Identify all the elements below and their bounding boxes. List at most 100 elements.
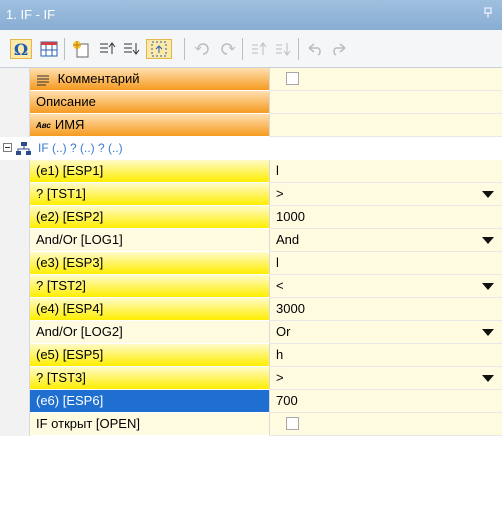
sort-descending-icon[interactable] [120,39,142,59]
parameter-row[interactable]: ? [TST1] > [0,183,502,206]
move-up-icon[interactable] [248,39,270,59]
property-row-comment[interactable]: Комментарий [0,68,502,91]
parameter-row[interactable]: (e2) [ESP2] 1000 [0,206,502,229]
parameter-select[interactable]: > [270,183,502,206]
row-gutter [0,390,30,413]
parameter-value: l [276,255,279,270]
row-gutter [0,160,30,183]
property-row-name[interactable]: Авс ИМЯ [0,114,502,137]
property-name: Описание [30,91,270,114]
parameter-select[interactable]: And [270,229,502,252]
parameter-name: And/Or [LOG1] [30,229,270,252]
parameter-row[interactable]: IF открыт [OPEN] [0,413,502,436]
parameter-value: > [276,186,284,201]
property-label: Описание [36,94,96,109]
toolbar-separator [64,38,65,60]
parameter-value: l [276,163,279,178]
dropdown-arrow-icon[interactable] [478,371,498,385]
parameter-name: ? [TST1] [30,183,270,206]
comment-lines-icon [37,75,49,86]
parameter-value: Or [276,324,291,339]
dropdown-arrow-icon[interactable] [478,233,498,247]
dropdown-arrow-icon[interactable] [478,325,498,339]
row-gutter [0,367,30,390]
dropdown-arrow-icon[interactable] [478,279,498,293]
row-gutter [0,68,30,91]
parameter-row[interactable]: And/Or [LOG1] And [0,229,502,252]
property-label: Комментарий [57,71,140,86]
parameter-name: (e2) [ESP2] [30,206,270,229]
parameter-input[interactable]: h [270,344,502,367]
toolbar-separator [298,38,299,60]
panel-title-bar: 1. IF - IF [0,0,502,30]
dropdown-arrow-icon[interactable] [478,187,498,201]
if-group-header[interactable]: IF (..) ? (..) ? (..) [0,137,502,160]
property-row-description[interactable]: Описание [0,91,502,114]
parameter-name: IF открыт [OPEN] [30,413,270,436]
parameter-value: And [276,232,300,247]
collapse-toggle-icon[interactable] [3,143,12,152]
parameter-row[interactable]: (e1) [ESP1] l [0,160,502,183]
network-icon [16,142,31,155]
row-gutter [0,321,30,344]
row-gutter [0,183,30,206]
open-checkbox-cell[interactable] [270,413,502,436]
parameter-name: ? [TST2] [30,275,270,298]
parameter-row[interactable]: And/Or [LOG2] Or [0,321,502,344]
parameter-value: < [276,278,284,293]
parameter-row[interactable]: (e5) [ESP5] h [0,344,502,367]
toolbar-separator [242,38,243,60]
row-gutter [0,275,30,298]
property-value[interactable] [270,68,502,91]
parameter-select[interactable]: Or [270,321,502,344]
parameter-value: h [276,347,284,362]
property-grid: Комментарий Описание Авс ИМЯ IF (..) ? (.… [0,68,502,518]
parameter-row[interactable]: (e6) [ESP6] 700 [0,390,502,413]
parameter-value: 3000 [276,301,305,316]
row-gutter [0,298,30,321]
row-gutter [0,344,30,367]
parameter-row[interactable]: (e4) [ESP4] 3000 [0,298,502,321]
redo-icon[interactable] [328,39,350,59]
move-down-icon[interactable] [272,39,294,59]
property-name: Авс ИМЯ [30,114,270,137]
parameter-row[interactable]: (e3) [ESP3] l [0,252,502,275]
row-gutter [0,91,30,114]
parameter-value: 1000 [276,209,305,224]
calendar-grid-icon[interactable] [38,39,60,59]
undo-icon[interactable] [304,39,326,59]
property-name: Комментарий [30,68,270,91]
parameter-input[interactable]: 700 [270,390,502,413]
parameter-name: (e4) [ESP4] [30,298,270,321]
pin-icon[interactable] [484,0,492,30]
parameter-input[interactable]: l [270,160,502,183]
parameter-row[interactable]: ? [TST3] > [0,367,502,390]
new-item-icon[interactable] [70,39,92,59]
parameter-select[interactable]: > [270,367,502,390]
parameter-value: > [276,370,284,385]
rotate-left-icon[interactable] [192,39,214,59]
parameter-name: (e1) [ESP1] [30,160,270,183]
parameter-name: (e6) [ESP6] [30,390,270,413]
omega-icon[interactable]: Ω [10,39,32,59]
toolbar: Ω [0,30,502,68]
row-gutter [0,229,30,252]
parameter-value: 700 [276,393,298,408]
parameter-select[interactable]: < [270,275,502,298]
parameter-input[interactable]: 3000 [270,298,502,321]
name-field[interactable] [270,114,502,137]
parameter-input[interactable]: 1000 [270,206,502,229]
panel-title: 1. IF - IF [6,7,56,22]
parameter-row[interactable]: ? [TST2] < [0,275,502,298]
parameter-name: ? [TST3] [30,367,270,390]
sort-ascending-icon[interactable] [96,39,118,59]
row-gutter [0,114,30,137]
description-field[interactable] [270,91,502,114]
row-gutter [0,413,30,436]
parameter-input[interactable]: l [270,252,502,275]
rotate-right-icon[interactable] [216,39,238,59]
comment-checkbox[interactable] [286,72,299,85]
open-checkbox[interactable] [286,417,299,430]
dotted-select-icon[interactable] [146,39,172,59]
row-gutter [0,252,30,275]
